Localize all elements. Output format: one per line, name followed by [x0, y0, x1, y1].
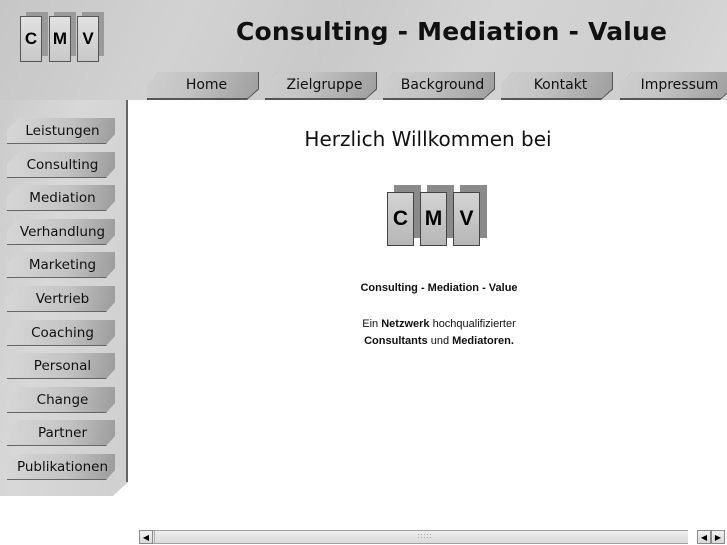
sidebar-item-coaching[interactable]: Coaching — [7, 320, 115, 346]
description: Ein Netzwerk hochqualifizierter Consulta… — [129, 316, 727, 350]
desc-text: und — [427, 335, 453, 347]
tab-background[interactable]: Background — [383, 72, 494, 99]
tab-home[interactable]: Home — [147, 72, 258, 99]
horizontal-scrollbar[interactable]: ◀ — [139, 530, 688, 544]
sidebar-border — [126, 100, 128, 482]
scrollbar-thumb[interactable] — [154, 531, 688, 543]
cmv-logo[interactable]: C M V — [20, 12, 106, 64]
scroll-left-arrow-icon[interactable]: ◀ — [139, 530, 153, 544]
sidebar-item-marketing[interactable]: Marketing — [7, 252, 115, 278]
desc-text: Ein — [362, 318, 382, 330]
sidebar-item-consulting[interactable]: Consulting — [7, 152, 115, 178]
tab-kontakt[interactable]: Kontakt — [501, 72, 612, 99]
welcome-heading: Herzlich Willkommen bei — [304, 127, 552, 151]
sidebar-item-change[interactable]: Change — [7, 387, 115, 413]
sidebar-item-publikationen[interactable]: Publikationen — [7, 454, 115, 480]
desc-bold-netzwerk: Netzwerk — [381, 318, 430, 330]
grip-icon — [417, 533, 433, 540]
tab-impressum[interactable]: Impressum — [620, 72, 727, 99]
sidebar-item-mediation[interactable]: Mediation — [7, 185, 115, 211]
desc-bold-consultants: Consultants — [364, 335, 428, 347]
logo-letter-v: V — [77, 16, 99, 62]
site-title: Consulting - Mediation - Value — [236, 17, 668, 46]
logo-letter-v: V — [453, 192, 480, 246]
desc-text: hochqualifizierter — [429, 318, 516, 330]
sidebar-item-vertrieb[interactable]: Vertrieb — [7, 286, 115, 312]
logo-letter-c: C — [387, 192, 414, 246]
sidebar: Leistungen Consulting Mediation Verhandl… — [0, 100, 128, 496]
desc-bold-mediatoren: Mediatoren. — [452, 335, 514, 347]
sidebar-item-verhandlung[interactable]: Verhandlung — [7, 219, 115, 245]
scroll-left-arrow-icon[interactable]: ◀ — [697, 530, 711, 544]
top-nav: Home Zielgruppe Background Kontakt Impre… — [0, 72, 727, 100]
tab-zielgruppe[interactable]: Zielgruppe — [265, 72, 376, 99]
logo-letter-m: M — [420, 192, 447, 246]
cmv-logo-large: C M V — [387, 185, 489, 249]
logo-letter-m: M — [49, 16, 71, 62]
sidebar-item-personal[interactable]: Personal — [7, 353, 115, 379]
sidebar-item-partner[interactable]: Partner — [7, 420, 115, 446]
sidebar-item-leistungen[interactable]: Leistungen — [7, 118, 115, 144]
logo-letter-c: C — [20, 16, 42, 62]
scroll-right-arrow-icon[interactable]: ▶ — [711, 530, 725, 544]
tagline: Consulting - Mediation - Value — [360, 282, 518, 294]
